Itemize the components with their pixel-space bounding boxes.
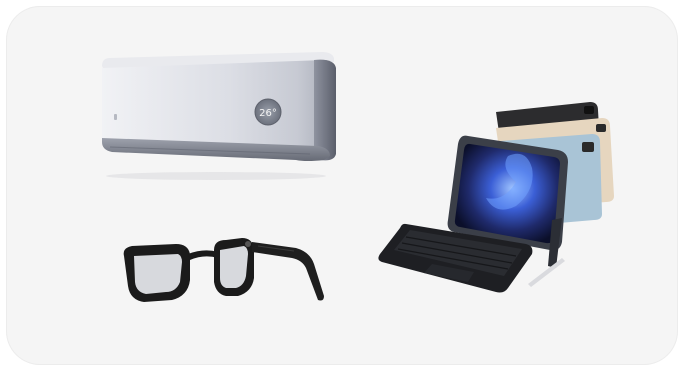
product-showcase-card: 26° [6, 6, 678, 365]
air-conditioner-image[interactable]: 26° [96, 50, 341, 185]
ac-display-reading: 26° [259, 108, 277, 119]
smart-glasses-image[interactable] [118, 234, 333, 309]
smart-glasses-icon [123, 238, 324, 302]
tablet-keyboard-icon [378, 102, 614, 293]
air-conditioner-icon: 26° [102, 52, 336, 180]
tablet-image[interactable] [376, 98, 621, 298]
